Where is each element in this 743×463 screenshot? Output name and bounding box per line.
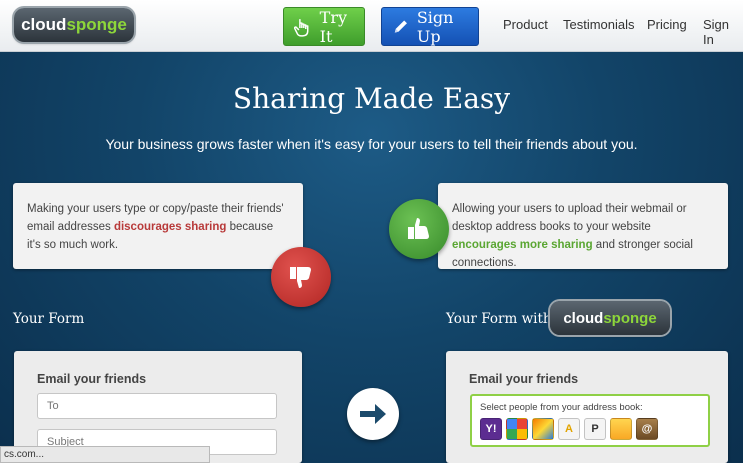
top-navigation-bar: cloud sponge Try It Sign Up Product Testi…	[0, 0, 743, 52]
windows-live-icon[interactable]	[532, 418, 554, 440]
try-it-label: Try It	[319, 7, 348, 46]
plain-form-heading: Email your friends	[37, 372, 147, 386]
page-subtitle: Your business grows faster when it's eas…	[105, 136, 638, 152]
yahoo-icon[interactable]: Y!	[480, 418, 502, 440]
page-title: Sharing Made Easy	[232, 82, 511, 115]
sign-up-button[interactable]: Sign Up	[381, 7, 479, 46]
address-book-prompt: Select people from your address book:	[480, 402, 643, 413]
try-it-button[interactable]: Try It	[283, 7, 365, 46]
badge-part2: sponge	[603, 309, 657, 327]
provider-icons: Y! A P @	[480, 418, 658, 440]
sign-up-label: Sign Up	[416, 7, 454, 46]
to-field[interactable]: To	[37, 393, 277, 419]
your-form-label: Your Form	[13, 311, 85, 327]
logo-part2: sponge	[66, 15, 127, 34]
cloudsponge-email-form: Email your friends Select people from yo…	[446, 351, 728, 463]
arrow-right-icon	[347, 388, 399, 440]
thumbs-down-icon	[271, 247, 331, 307]
thumbs-up-icon	[389, 199, 449, 259]
address-book-text: Allowing your users to upload their webm…	[452, 203, 693, 269]
aol-icon[interactable]: A	[558, 418, 580, 440]
sponge-form-heading: Email your friends	[469, 372, 579, 386]
manual-entry-text: Making your users type or copy/paste the…	[27, 203, 284, 251]
your-form-with-label: Your Form with	[446, 311, 552, 327]
hand-pointer-icon	[294, 18, 309, 37]
nav-pricing[interactable]: Pricing	[647, 17, 687, 32]
nav-testimonials[interactable]: Testimonials	[563, 17, 635, 32]
cloudsponge-badge: cloud sponge	[550, 301, 670, 335]
nav-sign-in[interactable]: Sign In	[703, 17, 743, 47]
manual-entry-card: Making your users type or copy/paste the…	[13, 183, 303, 269]
address-book-card: Allowing your users to upload their webm…	[438, 183, 728, 269]
badge-part1: cloud	[563, 309, 604, 327]
google-icon[interactable]	[506, 418, 528, 440]
encourages-highlight: encourages more sharing	[452, 239, 593, 251]
outlook-icon[interactable]	[610, 418, 632, 440]
discourages-highlight: discourages sharing	[113, 221, 227, 233]
browser-status-bar: cs.com...	[0, 446, 210, 463]
nav-product[interactable]: Product	[503, 17, 548, 32]
logo-part1: cloud	[21, 15, 67, 34]
pencil-icon	[394, 19, 407, 33]
cloudsponge-logo[interactable]: cloud sponge	[14, 8, 134, 42]
address-book-picker: Select people from your address book: Y!…	[470, 394, 710, 447]
address-book-icon[interactable]: @	[636, 418, 658, 440]
plaxo-icon[interactable]: P	[584, 418, 606, 440]
